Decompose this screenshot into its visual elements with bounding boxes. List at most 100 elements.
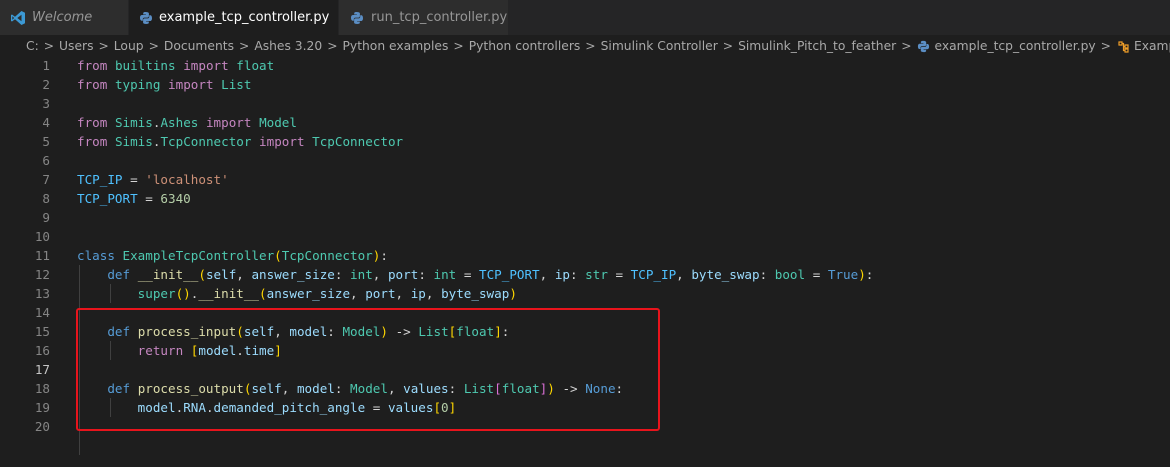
chevron-right-icon: > — [239, 39, 250, 53]
code-token: ExampleTcpController — [122, 248, 275, 263]
code-token: : — [759, 267, 775, 282]
code-token: int — [433, 267, 457, 282]
line-number: 19 — [34, 400, 50, 415]
line-number: 4 — [42, 115, 50, 130]
code-token: ( — [198, 267, 206, 282]
code-token: bool — [774, 267, 806, 282]
code-token: ( — [274, 248, 282, 263]
code-line[interactable]: 4 from Simis.Ashes import Model — [0, 113, 1170, 132]
code-line[interactable]: 11 class ExampleTcpController(TcpConnecto… — [0, 246, 1170, 265]
code-token: = — [137, 191, 161, 206]
tab-welcome[interactable]: Welcome — [0, 0, 129, 35]
code-line[interactable]: 5 from Simis.TcpConnector import TcpConne… — [0, 132, 1170, 151]
tab-example-tcp-controller[interactable]: example_tcp_controller.py × — [129, 0, 351, 35]
code-line[interactable]: 6 — [0, 151, 1170, 170]
code-text: def __init__(self, answer_size: int, por… — [77, 265, 873, 284]
breadcrumb-item[interactable]: Python examples — [343, 39, 449, 53]
line-number: 12 — [34, 267, 50, 282]
breadcrumb-item[interactable]: Simulink Controller — [601, 39, 718, 53]
line-number: 2 — [42, 77, 50, 92]
breadcrumb-item[interactable]: Python controllers — [469, 39, 581, 53]
code-token: builtins — [114, 58, 176, 73]
chevron-right-icon: > — [43, 39, 55, 53]
breadcrumb-item[interactable]: Documents — [164, 39, 234, 53]
code-token: = — [805, 267, 828, 282]
breadcrumb-item[interactable]: C: — [26, 39, 39, 53]
code-line[interactable]: 7 TCP_IP = 'localhost' — [0, 170, 1170, 189]
code-token: port — [365, 286, 396, 301]
line-number: 1 — [42, 58, 50, 73]
code-line[interactable]: 12 def __init__(self, answer_size: int, … — [0, 265, 1170, 284]
tab-label: example_tcp_controller.py — [159, 10, 330, 25]
breadcrumb-file[interactable]: example_tcp_controller.py — [917, 39, 1096, 53]
tab-bar: Welcome example_tcp_controller.py × run_… — [0, 0, 1170, 35]
code-token: , — [350, 286, 366, 301]
highlight-box — [76, 308, 660, 431]
code-token: Simis — [114, 115, 153, 130]
code-line[interactable]: 2 from typing import List — [0, 75, 1170, 94]
code-token: : — [334, 267, 351, 282]
code-token: from — [77, 58, 108, 73]
code-token: = — [122, 172, 146, 187]
code-token: () — [175, 286, 191, 301]
breadcrumb-item[interactable]: Loup — [114, 39, 144, 53]
code-text: TCP_IP = 'localhost' — [77, 170, 229, 189]
breadcrumb-symbol[interactable]: ExampleTcpController — [1116, 39, 1170, 53]
tab-label: run_tcp_controller.py — [371, 10, 508, 25]
chevron-right-icon: > — [901, 39, 912, 53]
breadcrumb-symbol-label: ExampleTcpController — [1133, 39, 1170, 53]
code-token: float — [236, 58, 275, 73]
code-text: class ExampleTcpController(TcpConnector)… — [77, 246, 388, 265]
code-line[interactable]: 8 TCP_PORT = 6340 — [0, 189, 1170, 208]
line-number: 6 — [42, 153, 50, 168]
code-token: Ashes — [160, 115, 199, 130]
code-token: Model — [259, 115, 297, 130]
code-line[interactable]: 1 from builtins import float — [0, 56, 1170, 75]
code-token: TCP_IP — [630, 267, 677, 282]
code-token: , — [676, 267, 692, 282]
breadcrumb-item[interactable]: Ashes 3.20 — [254, 39, 322, 53]
code-token: TCP_IP — [77, 172, 123, 187]
code-text: super().__init__(answer_size, port, ip, … — [77, 284, 517, 303]
code-token: , — [236, 267, 252, 282]
code-token: byte_swap — [691, 267, 760, 282]
code-token: from — [77, 134, 108, 149]
code-token: : — [570, 267, 586, 282]
code-line[interactable]: 13 super().__init__(answer_size, port, i… — [0, 284, 1170, 303]
breadcrumb-item[interactable]: Users — [59, 39, 93, 53]
code-text: from typing import List — [77, 75, 251, 94]
code-token: ip — [410, 286, 426, 301]
tab-label: Welcome — [32, 10, 93, 25]
line-number: 20 — [34, 419, 50, 434]
python-icon — [917, 39, 931, 53]
code-token: typing — [114, 77, 161, 92]
python-icon — [349, 10, 365, 26]
line-number: 18 — [34, 381, 50, 396]
breadcrumb: C: > Users > Loup > Documents > Ashes 3.20 > … — [0, 35, 1170, 57]
code-line[interactable]: 9 — [0, 208, 1170, 227]
code-token: Simis — [114, 134, 153, 149]
code-line[interactable]: 3 — [0, 94, 1170, 113]
code-line[interactable]: 10 — [0, 227, 1170, 246]
line-number: 3 — [42, 96, 50, 111]
line-number: 9 — [42, 210, 50, 225]
code-token: TCP_PORT — [478, 267, 540, 282]
chevron-right-icon: > — [327, 39, 338, 53]
code-token: , — [395, 286, 411, 301]
code-token: ) — [858, 267, 866, 282]
line-number: 7 — [42, 172, 50, 187]
code-token: TcpConnector — [160, 134, 252, 149]
code-token: : — [418, 267, 434, 282]
breadcrumb-item[interactable]: Simulink_Pitch_to_feather — [738, 39, 896, 53]
vscode-icon — [10, 10, 26, 26]
tab-run-tcp-controller[interactable]: run_tcp_controller.py — [339, 0, 509, 35]
line-number: 13 — [34, 286, 50, 301]
code-token: import — [205, 115, 252, 130]
